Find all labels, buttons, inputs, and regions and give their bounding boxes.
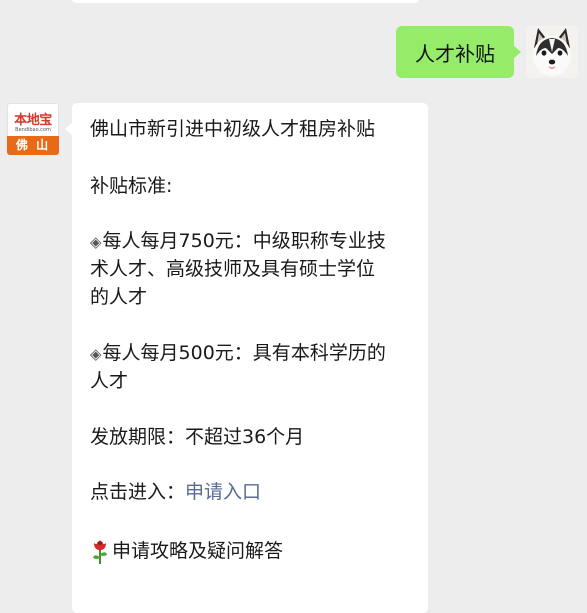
bot-domain-text: Bendibao.com [15, 127, 51, 133]
item2-line1: ◈每人每月500元：具有本科学历的 [90, 342, 386, 364]
bot-avatar[interactable]: 本地宝 Bendibao.com 佛 山 [7, 103, 59, 155]
standard-label: 补贴标准: [90, 175, 173, 197]
entry-line: 点击进入：申请入口 [90, 478, 261, 506]
husky-dog-avatar-icon [526, 26, 578, 78]
bot-logo-text: 本地宝 [14, 113, 52, 128]
outgoing-message-bubble[interactable]: 人才补贴 [396, 26, 521, 78]
user-avatar[interactable] [526, 26, 578, 78]
item1-line3: 的人才 [90, 286, 148, 308]
diamond-bullet-icon: ◈ [90, 345, 102, 363]
bot-city-badge: 佛 山 [7, 136, 59, 155]
guide-line[interactable]: 申请攻略及疑问解答 [90, 537, 283, 565]
item1-line2: 术人才、高级技师及具有硕士学位 [90, 258, 376, 280]
entry-prefix: 点击进入： [90, 481, 186, 503]
diamond-bullet-icon: ◈ [90, 233, 102, 251]
incoming-message-card: 佛山市新引进中初级人才租房补贴 补贴标准: ◈每人每月750元：中级职称专业技 … [65, 103, 428, 613]
guide-link[interactable]: 申请攻略及疑问解答 [112, 540, 283, 562]
rose-icon [93, 540, 107, 564]
apply-entry-link[interactable]: 申请入口 [185, 481, 261, 503]
card-title: 佛山市新引进中初级人才租房补贴 [90, 118, 376, 140]
item1-line1: ◈每人每月750元：中级职称专业技 [90, 230, 386, 252]
item2-line2: 人才 [90, 370, 129, 392]
previous-message-bubble [72, 0, 419, 3]
period-text: 发放期限：不超过36个月 [90, 426, 305, 448]
outgoing-message-text: 人才补贴 [415, 41, 495, 66]
